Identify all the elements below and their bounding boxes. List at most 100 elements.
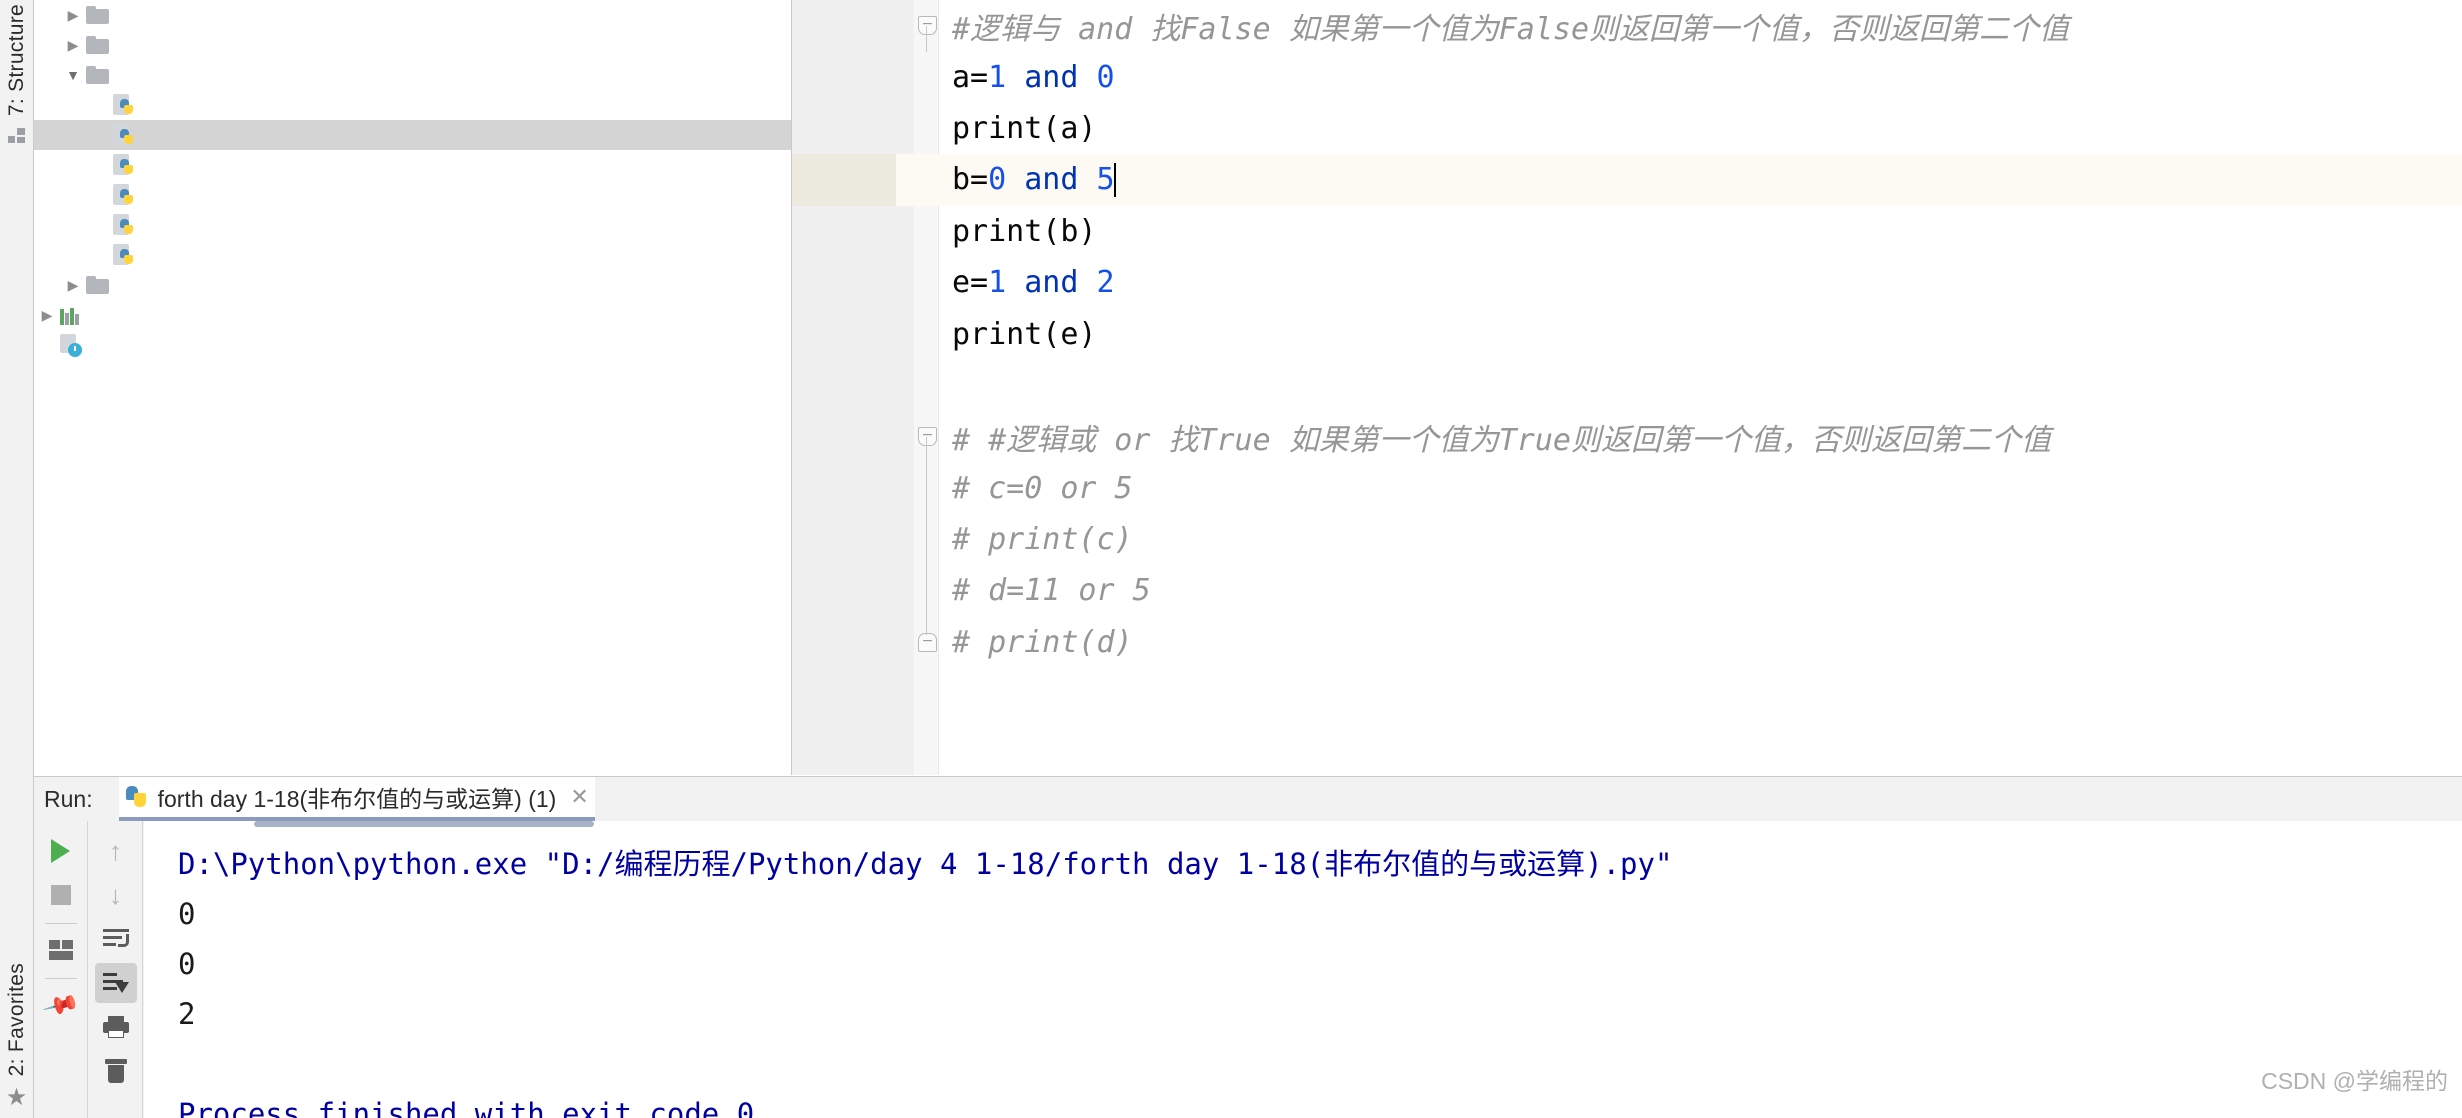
toolbar-divider — [44, 923, 77, 924]
arrow-down-icon: ↓ — [109, 880, 122, 910]
chevron-down-icon[interactable]: ▼ — [60, 67, 86, 83]
console-scrollbar[interactable] — [254, 821, 594, 827]
soft-wrap-icon — [102, 929, 129, 949]
editor-line[interactable]: − #逻辑与 and 找False 如果第一个值为False则返回第一个值，否则返… — [792, 0, 2462, 51]
pycharm-window: 7: Structure 2: Favorites ★ ▶▶▼▶▶▶▶▶▶▶▶▶… — [0, 0, 2462, 1118]
console-line: Process finished with exit code 0 — [178, 1097, 755, 1118]
editor-line[interactable]: b=0 and 5 — [792, 154, 2462, 206]
editor-line[interactable]: a=1 and 0 — [792, 51, 2462, 102]
line-number — [792, 206, 896, 257]
favorites-tool-label: 2: Favorites — [4, 962, 28, 1076]
python-file-icon — [112, 123, 136, 147]
trash-icon — [104, 1059, 127, 1083]
tree-item[interactable]: ▶ — [34, 30, 791, 60]
clear-all-button[interactable] — [95, 1051, 137, 1091]
tree-item[interactable]: ▶ — [34, 210, 791, 240]
console-line: 0 — [178, 947, 196, 981]
fold-collapse-icon[interactable]: − — [918, 427, 937, 447]
soft-wrap-button[interactable] — [95, 919, 137, 959]
editor-line[interactable]: # c=0 or 5 — [792, 463, 2462, 514]
next-occurrence-button[interactable]: ↓ — [95, 875, 137, 915]
editor-line[interactable]: print(a) — [792, 103, 2462, 154]
tree-item[interactable]: ▶ — [34, 180, 791, 210]
folder-icon — [86, 66, 110, 84]
stop-button[interactable] — [40, 875, 82, 915]
run-configuration-tab[interactable]: forth day 1-18(非布尔值的与或运算) (1) ✕ — [118, 777, 595, 821]
python-file-icon — [112, 153, 136, 177]
print-button[interactable] — [95, 1007, 137, 1047]
python-file-icon — [112, 243, 136, 267]
arrow-up-icon: ↑ — [109, 836, 122, 866]
layout-icon — [48, 940, 73, 960]
python-file-icon — [112, 93, 136, 117]
tree-item[interactable]: ▶ — [34, 300, 791, 330]
console-line: D:\Python\python.exe "D:/编程历程/Python/day… — [178, 847, 1673, 881]
structure-icon — [7, 128, 26, 144]
line-number — [792, 0, 896, 51]
tree-item[interactable]: ▶ — [34, 120, 791, 150]
close-icon[interactable]: ✕ — [570, 786, 588, 808]
run-header: Run: forth day 1-18(非布尔值的与或运算) (1) ✕ — [34, 777, 2462, 821]
prev-occurrence-button[interactable]: ↑ — [95, 831, 137, 871]
line-number — [792, 565, 896, 616]
play-icon — [51, 839, 70, 863]
line-number — [792, 514, 896, 565]
editor-line[interactable]: # d=11 or 5 — [792, 565, 2462, 616]
chevron-right-icon[interactable]: ▶ — [60, 7, 86, 24]
editor-code-area[interactable]: − #逻辑与 and 找False 如果第一个值为False则返回第一个值，否则返… — [792, 0, 2462, 775]
fold-region-line — [926, 437, 927, 635]
chevron-right-icon[interactable]: ▶ — [60, 37, 86, 54]
tree-item[interactable]: ▶ — [34, 90, 791, 120]
watermark: CSDN @学编程的 — [2261, 1068, 2448, 1094]
run-button[interactable] — [40, 831, 82, 871]
tree-item[interactable]: ▶ — [34, 0, 791, 30]
run-tool-window: Run: forth day 1-18(非布尔值的与或运算) (1) ✕ 📌 ↑ — [34, 776, 2462, 1118]
scratches-icon — [60, 334, 84, 357]
line-number — [792, 154, 896, 206]
editor-line[interactable]: # print(c) — [792, 514, 2462, 565]
run-tab-label: forth day 1-18(非布尔值的与或运算) (1) — [157, 786, 557, 812]
line-number — [792, 411, 896, 462]
console-line: 2 — [178, 997, 196, 1031]
editor-line[interactable]: print(e) — [792, 308, 2462, 359]
tree-item[interactable]: ▼ — [34, 60, 791, 90]
editor-line[interactable]: − # #逻辑或 or 找True 如果第一个值为True则返回第一个值，否则返回… — [792, 411, 2462, 462]
tree-item[interactable]: ▶ — [34, 150, 791, 180]
tree-item[interactable]: ▶ — [34, 240, 791, 270]
python-file-icon — [112, 183, 136, 207]
scroll-to-end-button[interactable] — [94, 963, 137, 1003]
editor-line[interactable]: e=1 and 2 — [792, 257, 2462, 308]
folder-icon — [86, 6, 110, 24]
structure-tool-label: 7: Structure — [4, 4, 28, 117]
editor-line[interactable] — [792, 668, 2462, 719]
chevron-right-icon[interactable]: ▶ — [60, 277, 86, 294]
toolbar-divider-2 — [44, 978, 77, 979]
structure-tool-button[interactable]: 7: Structure — [0, 0, 33, 144]
layout-button[interactable] — [40, 930, 82, 970]
editor-line[interactable]: print(b) — [792, 206, 2462, 257]
run-console-output[interactable]: D:\Python\python.exe "D:/编程历程/Python/day… — [144, 821, 2462, 1118]
python-icon — [125, 785, 149, 809]
run-toolbar-secondary: ↑ ↓ — [89, 821, 143, 1118]
favorites-tool-button[interactable]: 2: Favorites ★ — [0, 963, 33, 1110]
tree-item[interactable]: ▶ — [34, 270, 791, 300]
pin-tab-button[interactable]: 📌 — [40, 985, 82, 1025]
run-toolbar-primary: 📌 — [34, 821, 88, 1118]
scroll-to-end-icon — [102, 972, 129, 994]
fold-end-icon[interactable]: − — [918, 632, 937, 652]
code-editor[interactable]: − #逻辑与 and 找False 如果第一个值为False则返回第一个值，否则返… — [792, 0, 2462, 775]
line-number — [792, 463, 896, 514]
fold-collapse-icon[interactable]: − — [918, 16, 937, 36]
chevron-right-icon[interactable]: ▶ — [34, 307, 60, 324]
editor-line[interactable] — [792, 360, 2462, 411]
run-panel-label: Run: — [44, 785, 93, 812]
console-line: 0 — [178, 897, 196, 931]
project-tree-panel[interactable]: ▶▶▼▶▶▶▶▶▶▶▶▶ — [34, 0, 792, 775]
python-file-icon — [112, 213, 136, 237]
library-icon — [60, 305, 84, 325]
editor-line[interactable]: − # print(d) — [792, 617, 2462, 668]
folder-icon — [86, 276, 110, 294]
tree-item[interactable]: ▶ — [34, 330, 791, 360]
folder-icon — [86, 36, 110, 54]
line-number — [792, 103, 896, 154]
